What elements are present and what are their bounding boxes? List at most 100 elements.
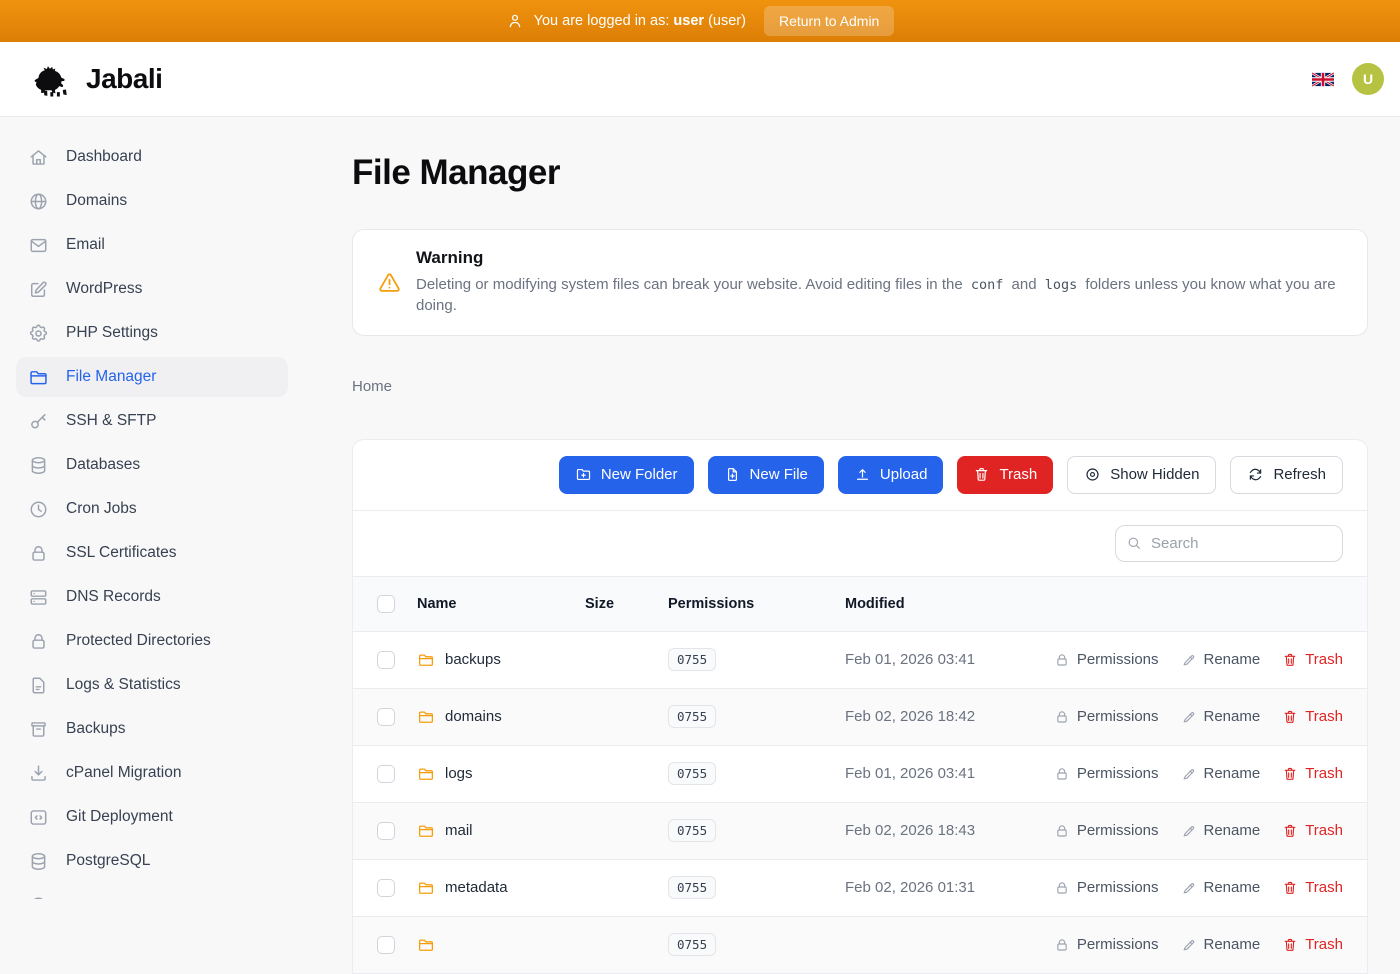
sidebar-item-label: Protected Directories (66, 632, 211, 650)
trash-action[interactable]: Trash (1282, 822, 1343, 839)
trash-icon (1282, 709, 1298, 725)
row-checkbox[interactable] (377, 936, 395, 954)
folder-icon (417, 651, 435, 669)
column-permissions: Permissions (668, 596, 845, 612)
person-icon (506, 12, 524, 30)
permissions-action[interactable]: Permissions (1054, 708, 1159, 725)
permissions-badge: 0755 (668, 933, 716, 956)
rename-action[interactable]: Rename (1181, 765, 1261, 782)
sidebar-item[interactable]: PHP Settings (16, 313, 288, 353)
permissions-action[interactable]: Permissions (1054, 822, 1159, 839)
rename-action[interactable]: Rename (1181, 936, 1261, 953)
warning-alert: Warning Deleting or modifying system fil… (352, 229, 1368, 336)
upload-button[interactable]: Upload (838, 456, 944, 494)
file-name-cell[interactable]: domains (417, 708, 585, 726)
sidebar-item[interactable]: Dashboard (16, 137, 288, 177)
file-name-cell[interactable]: logs (417, 765, 585, 783)
sidebar-item[interactable]: Domains (16, 181, 288, 221)
sidebar-nav: Dashboard Domains Email WordPress PHP Se… (0, 117, 304, 899)
column-size: Size (585, 596, 668, 612)
row-checkbox[interactable] (377, 708, 395, 726)
warning-triangle-icon (377, 270, 402, 295)
sidebar-item[interactable]: Git Deployment (16, 797, 288, 837)
trash-action[interactable]: Trash (1282, 765, 1343, 782)
sidebar-item[interactable]: Cron Jobs (16, 489, 288, 529)
sidebar-item-icon (28, 235, 49, 256)
row-checkbox[interactable] (377, 765, 395, 783)
pencil-icon (1181, 937, 1197, 953)
refresh-icon (1247, 466, 1264, 483)
permissions-badge: 0755 (668, 705, 716, 728)
column-modified: Modified (845, 596, 1343, 612)
permissions-action[interactable]: Permissions (1054, 651, 1159, 668)
folder-icon (417, 708, 435, 726)
sidebar-item-icon (28, 455, 49, 476)
table-row: backups 0755 Feb 01, 2026 03:41 Permissi… (353, 632, 1367, 689)
row-checkbox[interactable] (377, 651, 395, 669)
sidebar-item[interactable]: Email (16, 225, 288, 265)
file-name-cell[interactable]: mail (417, 822, 585, 840)
sidebar-item[interactable]: SSH & SFTP (16, 401, 288, 441)
sidebar-item[interactable]: PostgreSQL (16, 841, 288, 881)
row-checkbox[interactable] (377, 879, 395, 897)
folder-plus-icon (575, 466, 592, 483)
sidebar-item-icon (28, 763, 49, 784)
trash-action[interactable]: Trash (1282, 879, 1343, 896)
trash-button[interactable]: Trash (957, 456, 1053, 494)
new-file-button[interactable]: New File (708, 456, 824, 494)
table-header: Name Size Permissions Modified (353, 577, 1367, 632)
trash-action[interactable]: Trash (1282, 708, 1343, 725)
table-row: logs 0755 Feb 01, 2026 03:41 Permissions… (353, 746, 1367, 803)
row-actions: Permissions Rename Trash (1054, 765, 1343, 782)
permissions-action[interactable]: Permissions (1054, 936, 1159, 953)
rename-action[interactable]: Rename (1181, 708, 1261, 725)
sidebar-item-icon (28, 807, 49, 828)
trash-icon (1282, 766, 1298, 782)
sidebar-item[interactable]: SSL Certificates (16, 533, 288, 573)
permissions-action[interactable]: Permissions (1054, 765, 1159, 782)
trash-action[interactable]: Trash (1282, 651, 1343, 668)
permissions-badge: 0755 (668, 648, 716, 671)
sidebar-item[interactable]: File Manager (16, 357, 288, 397)
search-input[interactable] (1115, 525, 1343, 562)
lock-icon (1054, 937, 1070, 953)
brand-logo[interactable]: Jabali (30, 60, 162, 98)
pencil-icon (1181, 709, 1197, 725)
code-conf: conf (967, 277, 1008, 293)
sidebar-item[interactable]: WordPress (16, 269, 288, 309)
lock-icon (1054, 652, 1070, 668)
sidebar-item-label: DNS Records (66, 588, 161, 606)
rename-action[interactable]: Rename (1181, 822, 1261, 839)
permissions-action[interactable]: Permissions (1054, 879, 1159, 896)
sidebar-item[interactable]: Databases (16, 445, 288, 485)
user-avatar[interactable]: U (1352, 63, 1384, 95)
sidebar-item[interactable]: Logs & Statistics (16, 665, 288, 705)
file-modified: Feb 02, 2026 01:31 (845, 879, 1054, 896)
refresh-button[interactable]: Refresh (1230, 456, 1343, 494)
rename-action[interactable]: Rename (1181, 651, 1261, 668)
sidebar-item[interactable] (16, 885, 288, 899)
file-name-cell[interactable]: backups (417, 651, 585, 669)
rename-action[interactable]: Rename (1181, 879, 1261, 896)
sidebar-item[interactable]: cPanel Migration (16, 753, 288, 793)
row-checkbox[interactable] (377, 822, 395, 840)
sidebar-item-label: Logs & Statistics (66, 676, 181, 694)
breadcrumb-home[interactable]: Home (352, 378, 392, 395)
sidebar-item-label: PostgreSQL (66, 852, 150, 870)
folder-icon (417, 822, 435, 840)
sidebar-item[interactable]: DNS Records (16, 577, 288, 617)
trash-action[interactable]: Trash (1282, 936, 1343, 953)
breadcrumb: Home (352, 378, 1368, 395)
show-hidden-button[interactable]: Show Hidden (1067, 456, 1216, 494)
row-actions: Permissions Rename Trash (1054, 651, 1343, 668)
sidebar-item[interactable]: Protected Directories (16, 621, 288, 661)
new-folder-button[interactable]: New Folder (559, 456, 694, 494)
language-flag-icon[interactable] (1312, 72, 1334, 87)
file-name-cell[interactable]: metadata (417, 879, 585, 897)
return-to-admin-button[interactable]: Return to Admin (764, 6, 894, 36)
select-all-checkbox[interactable] (377, 595, 395, 613)
sidebar-item-icon (28, 631, 49, 652)
sidebar-item-icon (28, 279, 49, 300)
file-name-cell[interactable] (417, 936, 585, 954)
sidebar-item[interactable]: Backups (16, 709, 288, 749)
